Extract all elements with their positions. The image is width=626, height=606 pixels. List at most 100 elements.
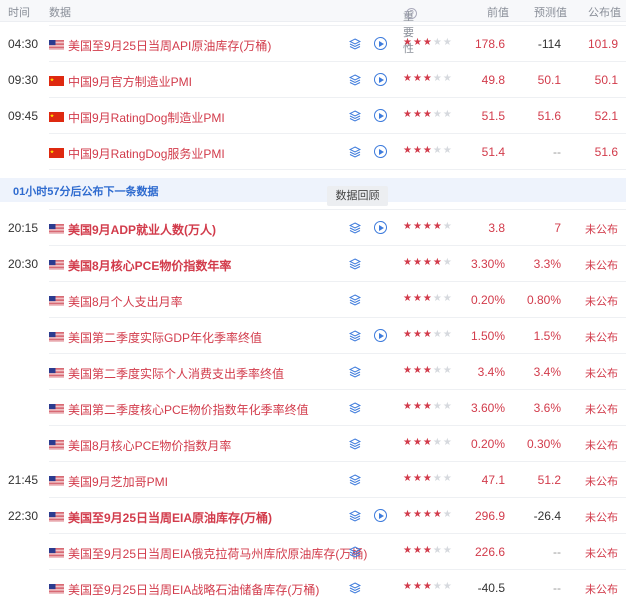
us-flag-icon <box>49 39 64 50</box>
header-previous: 前值 <box>487 7 509 19</box>
table-row[interactable]: 美国第二季度实际GDP年化季率终值 ★★★★★ 1.50% 1.5% 未公布 <box>0 318 626 354</box>
forecast-value: 3.3% <box>533 257 561 271</box>
data-review-icon[interactable] <box>348 330 362 342</box>
data-review-icon[interactable] <box>348 474 362 486</box>
data-review-icon[interactable] <box>348 582 362 594</box>
us-flag-icon <box>49 331 64 342</box>
forecast-value: -- <box>553 545 561 559</box>
indicator-title[interactable]: 美国8月核心PCE物价指数月率 <box>68 437 231 454</box>
table-row[interactable]: 美国第二季度实际个人消费支出季率终值 ★★★★★ 3.4% 3.4% 未公布 <box>0 354 626 390</box>
data-review-icon[interactable] <box>348 258 362 270</box>
play-icon[interactable] <box>374 37 387 50</box>
table-row[interactable]: 美国至9月25日当周API原油库存(万桶) ★★★★★ 178.6 -114 101.9 <box>0 26 626 62</box>
table-row[interactable]: 中国9月RatingDog服务业PMI ★★★★★ 51.4 -- 51.6 <box>0 134 626 170</box>
previous-value: 3.4% <box>477 365 505 379</box>
us-flag-icon <box>49 295 64 306</box>
previous-value: 3.8 <box>488 221 505 235</box>
actual-value: 未公布 <box>585 440 618 452</box>
actual-value: 未公布 <box>585 224 618 236</box>
forecast-value: -- <box>553 145 561 159</box>
previous-value: 296.9 <box>474 509 505 523</box>
table-row[interactable]: 中国9月官方制造业PMI ★★★★★ 49.8 50.1 50.1 <box>0 62 626 98</box>
us-flag-icon <box>49 439 64 450</box>
table-row[interactable]: 美国9月ADP就业人数(万人) ★★★★★ 3.8 7 未公布 <box>0 210 626 246</box>
play-icon[interactable] <box>374 145 387 158</box>
next-release-banner: 01小时57分后公布下一条数据 <box>0 178 626 202</box>
table-row[interactable]: 美国至9月25日当周EIA俄克拉荷马州库欣原油库存(万桶) ★★★★★ 226.6-… <box>0 534 626 570</box>
help-icon[interactable]: ? <box>406 8 417 19</box>
indicator-title[interactable]: 中国9月官方制造业PMI <box>68 73 192 90</box>
us-flag-icon <box>49 547 64 558</box>
data-review-icon[interactable] <box>348 146 362 158</box>
data-review-icon[interactable] <box>348 74 362 86</box>
previous-value: 3.60% <box>470 401 505 415</box>
us-flag-icon <box>49 259 64 270</box>
data-review-icon[interactable] <box>348 438 362 450</box>
actual-value: 51.6 <box>594 145 618 159</box>
previous-value: -40.5 <box>477 581 505 595</box>
data-review-icon[interactable] <box>348 510 362 522</box>
play-icon[interactable] <box>374 329 387 342</box>
data-review-icon[interactable] <box>348 366 362 378</box>
table-row[interactable]: 美国至9月25日当周EIA战略石油储备库存(万桶) ★★★★★ -40.5 -- 未公布 <box>0 570 626 606</box>
data-review-icon[interactable] <box>348 110 362 122</box>
previous-value: 47.1 <box>481 473 505 487</box>
us-flag-icon <box>49 403 64 414</box>
indicator-title[interactable]: 美国8月个人支出月率 <box>68 293 183 310</box>
data-review-icon[interactable] <box>348 546 362 558</box>
indicator-title[interactable]: 美国第二季度实际个人消费支出季率终值 <box>68 365 284 382</box>
tooltip: 数据回顾 <box>327 186 388 206</box>
header-forecast: 预测值 <box>534 7 567 19</box>
data-review-icon[interactable] <box>348 222 362 234</box>
indicator-title[interactable]: 美国至9月25日当周API原油库存(万桶) <box>68 37 271 54</box>
header-data: 数据 <box>49 7 71 19</box>
actual-value: 52.1 <box>594 109 618 123</box>
actual-value: 未公布 <box>585 548 618 560</box>
previous-value: 226.6 <box>474 545 505 559</box>
indicator-title[interactable]: 中国9月RatingDog服务业PMI <box>68 145 225 162</box>
forecast-value: -- <box>553 581 561 595</box>
indicator-title[interactable]: 美国9月ADP就业人数(万人) <box>68 221 216 238</box>
forecast-value: 50.1 <box>537 73 561 87</box>
us-flag-icon <box>49 367 64 378</box>
play-icon[interactable] <box>374 509 387 522</box>
indicator-title[interactable]: 美国8月核心PCE物价指数年率 <box>68 257 231 274</box>
data-review-icon[interactable] <box>348 38 362 50</box>
indicator-title[interactable]: 美国第二季度实际GDP年化季率终值 <box>68 329 262 346</box>
next-release-text: 01小时57分后公布下一条数据 <box>13 186 159 198</box>
indicator-title[interactable]: 美国至9月25日当周EIA原油库存(万桶) <box>68 509 272 526</box>
forecast-value: -26.4 <box>533 509 561 523</box>
forecast-value: 1.5% <box>533 329 561 343</box>
table-row[interactable]: 中国9月RatingDog制造业PMI ★★★★★ 51.5 51.6 52.1 <box>0 98 626 134</box>
previous-value: 178.6 <box>474 37 505 51</box>
play-icon[interactable] <box>374 73 387 86</box>
data-review-icon[interactable] <box>348 402 362 414</box>
table-row[interactable]: 美国8月核心PCE物价指数年率 ★★★★★ 3.30% 3.3% 未公布 <box>0 246 626 282</box>
table-row[interactable]: 美国第二季度核心PCE物价指数年化季率终值 ★★★★★ 3.60% 3.6% 未公布 <box>0 390 626 426</box>
table-row[interactable]: 美国至9月25日当周EIA原油库存(万桶) ★★★★★ 296.9 -26.4 未公布 <box>0 498 626 534</box>
indicator-title[interactable]: 美国第二季度核心PCE物价指数年化季率终值 <box>68 401 309 418</box>
indicator-title[interactable]: 美国9月芝加哥PMI <box>68 473 168 490</box>
table-header: 时间 数据 重要性? 前值 预测值 公布值 <box>0 0 626 55</box>
actual-value: 未公布 <box>585 584 618 596</box>
data-review-icon[interactable] <box>348 294 362 306</box>
indicator-title[interactable]: 美国至9月25日当周EIA俄克拉荷马州库欣原油库存(万桶) <box>68 545 367 562</box>
cn-flag-icon <box>49 75 64 86</box>
actual-value: 未公布 <box>585 404 618 416</box>
previous-value: 51.5 <box>481 109 505 123</box>
cn-flag-icon <box>49 147 64 158</box>
previous-value: 51.4 <box>481 145 505 159</box>
play-icon[interactable] <box>374 109 387 122</box>
header-actual: 公布值 <box>588 7 621 19</box>
table-row[interactable]: 美国8月核心PCE物价指数月率 ★★★★★ 0.20% 0.30% 未公布 <box>0 426 626 462</box>
indicator-title[interactable]: 美国至9月25日当周EIA战略石油储备库存(万桶) <box>68 581 319 598</box>
previous-value: 3.30% <box>470 257 505 271</box>
indicator-title[interactable]: 中国9月RatingDog制造业PMI <box>68 109 225 126</box>
actual-value: 50.1 <box>594 73 618 87</box>
table-row[interactable]: 美国8月个人支出月率 ★★★★★ 0.20% 0.80% 未公布 <box>0 282 626 318</box>
table-row[interactable]: 美国9月芝加哥PMI ★★★★★ 47.1 51.2 未公布 <box>0 462 626 498</box>
forecast-value: 51.6 <box>537 109 561 123</box>
cn-flag-icon <box>49 111 64 122</box>
play-icon[interactable] <box>374 221 387 234</box>
forecast-value: 3.4% <box>533 365 561 379</box>
